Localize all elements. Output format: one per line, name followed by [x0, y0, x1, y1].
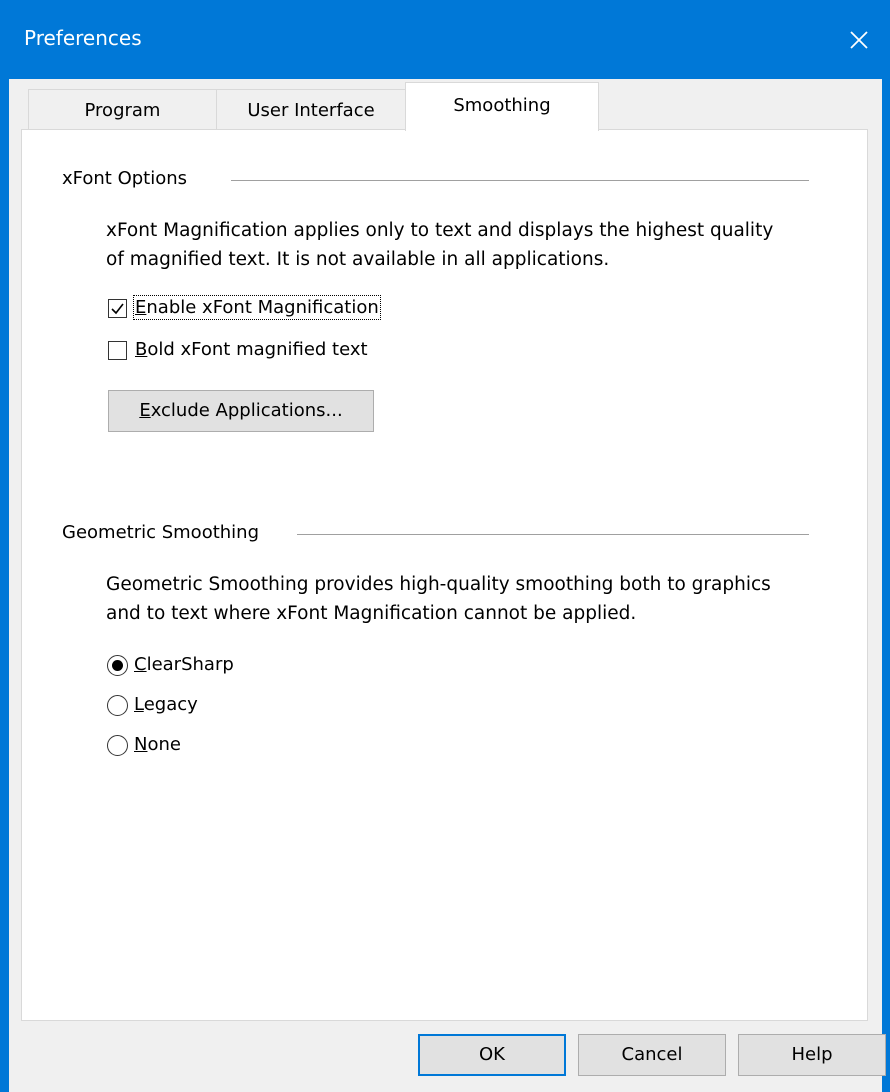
xfont-group-label: xFont Options: [62, 168, 188, 189]
accelerator-key: E: [135, 297, 147, 318]
radio-button[interactable]: [107, 735, 128, 756]
preferences-dialog: Preferences Program User Interface Smoot…: [0, 0, 890, 1092]
radio-button[interactable]: [107, 655, 128, 676]
button-label: OK: [479, 1044, 505, 1065]
bold-xfont-checkbox-box[interactable]: [108, 341, 127, 360]
accelerator-key: N: [134, 734, 148, 755]
accelerator-key: C: [134, 654, 147, 675]
xfont-group-rule: [231, 180, 809, 181]
geometric-description: Geometric Smoothing provides high-qualit…: [106, 570, 771, 628]
enable-xfont-checkbox-box[interactable]: [108, 299, 127, 318]
enable-xfont-checkbox[interactable]: Enable xFont Magnification: [107, 295, 407, 321]
checkmark-icon: [111, 303, 124, 315]
label-text: nable xFont Magnification: [146, 297, 379, 318]
geometric-group-label: Geometric Smoothing: [62, 522, 260, 543]
help-button[interactable]: Help: [738, 1034, 886, 1076]
geometric-group-rule: [297, 534, 809, 535]
enable-xfont-label: Enable xFont Magnification: [133, 295, 381, 320]
exclude-applications-button[interactable]: Exclude Applications...: [108, 390, 374, 432]
accelerator-key: E: [139, 400, 151, 421]
tab-user-interface[interactable]: User Interface: [216, 89, 406, 131]
accelerator-key: B: [135, 339, 148, 360]
smoothing-panel: xFont Options xFont Magnification applie…: [21, 129, 868, 1021]
tab-label: Program: [84, 100, 161, 121]
tab-label: Smoothing: [453, 95, 551, 116]
tab-label: User Interface: [247, 100, 375, 121]
radio-button[interactable]: [107, 695, 128, 716]
bold-xfont-checkbox[interactable]: Bold xFont magnified text: [107, 339, 407, 363]
radio-legacy-label: Legacy: [134, 694, 198, 715]
tab-program[interactable]: Program: [28, 89, 217, 131]
ok-button[interactable]: OK: [418, 1034, 566, 1076]
geometric-description-line: Geometric Smoothing provides high-qualit…: [106, 574, 771, 595]
button-label: Help: [791, 1044, 833, 1065]
label-text: learSharp: [146, 654, 234, 675]
window-border-left: [0, 79, 9, 1092]
radio-clearsharp[interactable]: ClearSharp: [107, 654, 307, 678]
geometric-description-line: and to text where xFont Magnification ca…: [106, 603, 637, 624]
button-label: Cancel: [621, 1044, 683, 1065]
label-text: egacy: [143, 694, 198, 715]
radio-selected-dot: [112, 660, 123, 671]
label-text: old xFont magnified text: [147, 339, 368, 360]
close-icon: [850, 30, 868, 49]
xfont-description-line: of magnified text. It is not available i…: [106, 249, 610, 270]
title-bar[interactable]: Preferences: [0, 0, 890, 79]
close-button[interactable]: [828, 0, 890, 79]
xfont-description: xFont Magnification applies only to text…: [106, 216, 773, 274]
accelerator-key: L: [134, 694, 144, 715]
window-border-right: [882, 79, 890, 1092]
button-label: xclude Applications...: [150, 400, 343, 421]
radio-legacy[interactable]: Legacy: [107, 694, 307, 718]
radio-clearsharp-label: ClearSharp: [134, 654, 234, 675]
bold-xfont-label: Bold xFont magnified text: [135, 339, 368, 360]
cancel-button[interactable]: Cancel: [578, 1034, 726, 1076]
xfont-description-line: xFont Magnification applies only to text…: [106, 220, 774, 241]
window-title: Preferences: [24, 26, 142, 50]
label-text: one: [147, 734, 181, 755]
tab-smoothing[interactable]: Smoothing: [405, 82, 599, 131]
radio-none-label: None: [134, 734, 181, 755]
radio-none[interactable]: None: [107, 734, 307, 758]
